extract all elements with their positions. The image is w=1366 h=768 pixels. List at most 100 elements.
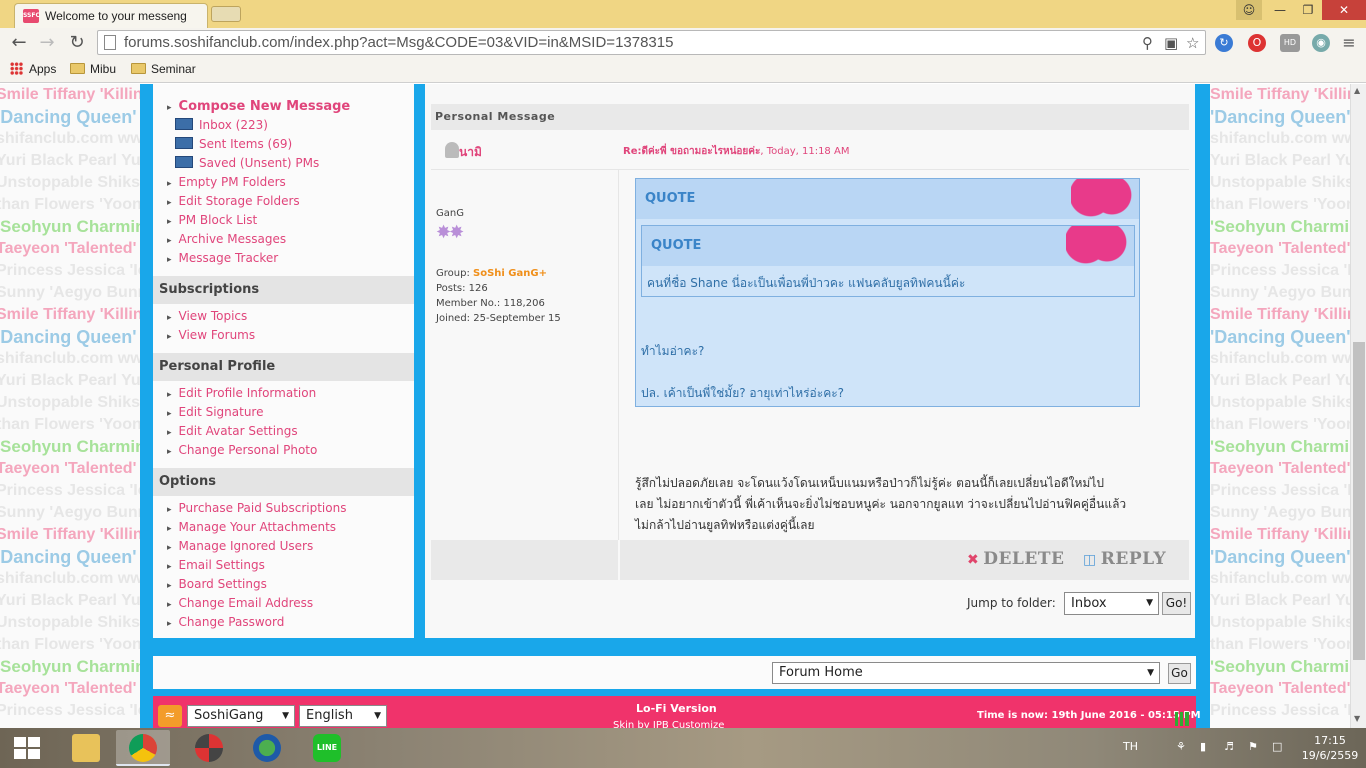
wallpaper-text-line: Princess Jessica 'Ice Pr — [1210, 702, 1350, 719]
line-chat-icon: LINE — [313, 734, 341, 762]
wallpaper-text-line: 'Seohyun Charming' Seo — [0, 217, 140, 236]
notification-tray-icon[interactable]: □ — [1272, 740, 1282, 753]
hd-extension-icon[interactable]: HD — [1280, 34, 1300, 52]
user-profile-icon[interactable]: ☺ — [1236, 0, 1262, 20]
reply-button[interactable]: ◫ REPLY — [1083, 549, 1166, 569]
edit-profile-link[interactable]: Edit Profile Information — [167, 386, 317, 400]
manage-ignored-users-link[interactable]: Manage Ignored Users — [167, 539, 314, 553]
translate-icon[interactable]: ▣ — [1164, 34, 1178, 52]
view-forums-link[interactable]: View Forums — [167, 328, 256, 342]
file-explorer-taskbar-icon[interactable] — [59, 730, 113, 766]
user-title: GanG — [436, 208, 464, 219]
wallpaper-text-line: Yuri Black Pearl Yuri 'Bla — [1210, 152, 1350, 169]
wallpaper-text-line: Sunny 'Aegyo Bunny' Su — [1210, 284, 1350, 301]
wallpaper-text-line: 'Seohyun Charming' Seo — [1210, 437, 1350, 456]
input-language[interactable]: TH — [1123, 740, 1138, 753]
rss-icon[interactable]: ≈ — [158, 705, 182, 727]
browser-tab[interactable]: SSFC Welcome to your messeng — [14, 3, 208, 28]
forward-arrow-icon[interactable]: → — [36, 33, 58, 53]
wallpaper-text-line: Taeyeon 'Talented' Ta — [0, 680, 140, 697]
change-photo-link[interactable]: Change Personal Photo — [167, 443, 318, 457]
address-bar[interactable]: forums.soshifanclub.com/index.php?act=Ms… — [97, 30, 1206, 55]
reload-icon[interactable]: ↻ — [66, 33, 88, 53]
bookmark-apps[interactable]: Apps — [10, 62, 56, 76]
globe-extension-icon[interactable]: ◉ — [1312, 34, 1330, 52]
edit-storage-folders-link[interactable]: Edit Storage Folders — [167, 194, 300, 208]
menu-icon[interactable]: ≡ — [1340, 34, 1358, 52]
lofi-version-link[interactable]: Lo-Fi Version — [636, 702, 717, 715]
jump-go-button[interactable]: Go! — [1162, 592, 1191, 615]
wallpaper-text-line: Smile Tiffany 'Killing Sm — [1210, 86, 1350, 103]
clock-time: 17:15 — [1314, 734, 1346, 747]
wallpaper-text-line: than Flowers 'YoonA — [1210, 416, 1350, 433]
sent-items-folder-link[interactable]: Sent Items (69) — [175, 137, 292, 151]
edit-signature-link[interactable]: Edit Signature — [167, 405, 264, 419]
archive-messages-link[interactable]: Archive Messages — [167, 232, 287, 246]
line-app-taskbar-icon[interactable]: LINE — [300, 730, 354, 766]
wallpaper-text-line: than Flowers 'YoonA — [0, 196, 140, 213]
delete-button[interactable]: ✖ DELETE — [967, 549, 1064, 569]
email-settings-link[interactable]: Email Settings — [167, 558, 265, 572]
signal-bars-icon — [1175, 712, 1189, 726]
globe-icon — [253, 734, 281, 762]
scroll-up-icon[interactable]: ▲ — [1354, 86, 1360, 95]
taskbar-clock[interactable]: 17:15 19/6/2559 — [1300, 733, 1360, 763]
personal-message-heading: Personal Message — [431, 104, 1189, 130]
jump-folder-select[interactable]: Inbox ▼ — [1064, 592, 1159, 615]
opera-extension-icon[interactable]: O — [1248, 34, 1266, 52]
message-panel: Personal Message นามิ Re:ดีค่ะพี่ ขอถามอ… — [425, 84, 1195, 638]
wallpaper-text-line: Yuri Black Pearl Yuri 'Bla — [0, 592, 140, 609]
window-titlebar: SSFC Welcome to your messeng ☺ — ❐ ✕ — [0, 0, 1366, 28]
inbox-folder-link[interactable]: Inbox (223) — [175, 118, 268, 132]
scroll-down-icon[interactable]: ▼ — [1354, 714, 1360, 723]
folder-icon — [175, 156, 193, 168]
chrome-taskbar-icon[interactable] — [116, 730, 170, 766]
scroll-thumb[interactable] — [1353, 342, 1365, 660]
wallpaper-text-line: Princess Jessica 'Ice Pr — [0, 262, 140, 279]
wallpaper-text-line: Yuri Black Pearl Yuri 'Bla — [1210, 592, 1350, 609]
flag-tray-icon[interactable]: ⚑ — [1248, 740, 1258, 753]
network-tray-icon[interactable]: ⚘ — [1176, 740, 1186, 753]
bookmark-mibu[interactable]: Mibu — [70, 62, 116, 76]
volume-tray-icon[interactable]: ♬ — [1224, 740, 1234, 753]
media-app-taskbar-icon[interactable] — [182, 730, 236, 766]
page-scrollbar[interactable]: ▲ ▼ — [1350, 84, 1366, 728]
download-manager-taskbar-icon[interactable] — [240, 730, 294, 766]
compose-message-link[interactable]: Compose New Message — [167, 99, 351, 114]
sender-name[interactable]: นามิ — [459, 143, 482, 162]
empty-pm-folders-link[interactable]: Empty PM Folders — [167, 175, 286, 189]
bookmark-seminar[interactable]: Seminar — [131, 62, 196, 76]
apps-grid-icon — [10, 62, 23, 75]
wallpaper-text-line: shifanclub.com www — [1210, 350, 1350, 367]
wallpaper-text-line: than Flowers 'YoonA — [1210, 196, 1350, 213]
skin-select[interactable]: SoshiGang ▼ — [187, 705, 295, 727]
edit-avatar-link[interactable]: Edit Avatar Settings — [167, 424, 298, 438]
wallpaper-text-line: 'Dancing Queen' Hyo — [1210, 327, 1350, 347]
battery-tray-icon[interactable]: ▮ — [1200, 740, 1206, 753]
new-tab-button[interactable] — [211, 6, 241, 22]
view-topics-link[interactable]: View Topics — [167, 309, 248, 323]
personal-profile-heading: Personal Profile — [153, 353, 414, 381]
pm-block-list-link[interactable]: PM Block List — [167, 213, 258, 227]
forum-jump-go-button[interactable]: Go — [1168, 663, 1191, 684]
saved-pms-folder-link[interactable]: Saved (Unsent) PMs — [175, 156, 319, 170]
manage-attachments-link[interactable]: Manage Your Attachments — [167, 520, 337, 534]
extension-sync-icon[interactable]: ↻ — [1215, 34, 1233, 52]
minimize-button[interactable]: — — [1266, 0, 1294, 20]
back-arrow-icon[interactable]: ← — [8, 33, 30, 53]
windows-start-icon[interactable] — [14, 737, 40, 759]
change-password-link[interactable]: Change Password — [167, 615, 285, 629]
user-joined: Joined: 25-September 15 — [436, 313, 561, 324]
bookmark-star-icon[interactable]: ☆ — [1186, 34, 1199, 52]
forum-jump-select[interactable]: Forum Home ▼ — [772, 662, 1160, 684]
wallpaper-text-line: 'Seohyun Charming' Seo — [1210, 657, 1350, 676]
board-settings-link[interactable]: Board Settings — [167, 577, 267, 591]
purchase-subscriptions-link[interactable]: Purchase Paid Subscriptions — [167, 501, 347, 515]
language-select[interactable]: English ▼ — [299, 705, 387, 727]
maximize-button[interactable]: ❐ — [1294, 0, 1322, 20]
zoom-icon[interactable]: ⚲ — [1142, 34, 1153, 52]
change-email-link[interactable]: Change Email Address — [167, 596, 314, 610]
wallpaper-text-line: Unstoppable Shikshin 'Yu — [1210, 614, 1350, 631]
close-button[interactable]: ✕ — [1322, 0, 1366, 20]
message-tracker-link[interactable]: Message Tracker — [167, 251, 279, 265]
